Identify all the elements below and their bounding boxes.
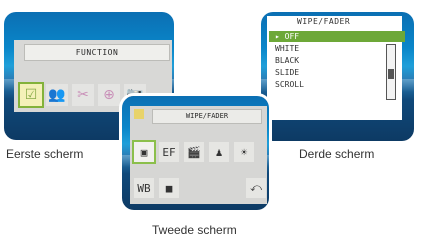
menu-item[interactable]: ▸ OFF: [269, 31, 405, 42]
icon-row-1: ▣ EF 🎬 ♟ ☀: [132, 140, 254, 164]
second-screen-caption: Tweede scherm: [152, 223, 237, 237]
wipe-fader-icon[interactable]: ▣: [132, 140, 156, 164]
wipe-fader-title: WIPE/FADER: [152, 109, 262, 124]
function-title: FUNCTION: [24, 44, 170, 61]
scrollbar-thumb[interactable]: [388, 69, 394, 79]
wipe-fader-menu: WIPE/FADER ▸ OFF WHITE BLACK SLIDE SCROLL: [267, 16, 405, 120]
menu-title: WIPE/FADER: [297, 17, 351, 26]
third-screen: WIPE/FADER ▸ OFF WHITE BLACK SLIDE SCROLL: [261, 12, 414, 141]
ef-icon[interactable]: EF: [159, 142, 179, 162]
clapper-icon[interactable]: 🎬: [184, 142, 204, 162]
menu-item[interactable]: SCROLL: [275, 79, 304, 90]
person-icon[interactable]: ♟: [209, 142, 229, 162]
check-icon[interactable]: ☑: [18, 82, 44, 108]
wb-icon[interactable]: WB: [134, 178, 154, 198]
icon-row-2: WB ■: [134, 178, 179, 198]
return-icon[interactable]: ⤺: [246, 178, 266, 198]
menu-item[interactable]: BLACK: [275, 55, 299, 66]
second-screen: WIPE/FADER ▣ EF 🎬 ♟ ☀ WB ■ ⤺: [122, 96, 269, 210]
wipe-fader-panel: WIPE/FADER ▣ EF 🎬 ♟ ☀ WB ■ ⤺: [130, 106, 267, 204]
plus-circle-icon[interactable]: ⊕: [98, 84, 120, 106]
record-icon[interactable]: ■: [159, 178, 179, 198]
menu-item[interactable]: WHITE: [275, 43, 299, 54]
first-screen-caption: Eerste scherm: [6, 147, 84, 161]
people-icon[interactable]: 👥: [46, 84, 68, 106]
menu-scrollbar[interactable]: [386, 44, 396, 100]
third-screen-caption: Derde scherm: [299, 147, 375, 161]
brightness-icon[interactable]: ☀: [234, 142, 254, 162]
menu-corner-icon: [134, 109, 144, 119]
effects-icon[interactable]: ✂: [72, 84, 94, 106]
menu-item[interactable]: SLIDE: [275, 67, 299, 78]
